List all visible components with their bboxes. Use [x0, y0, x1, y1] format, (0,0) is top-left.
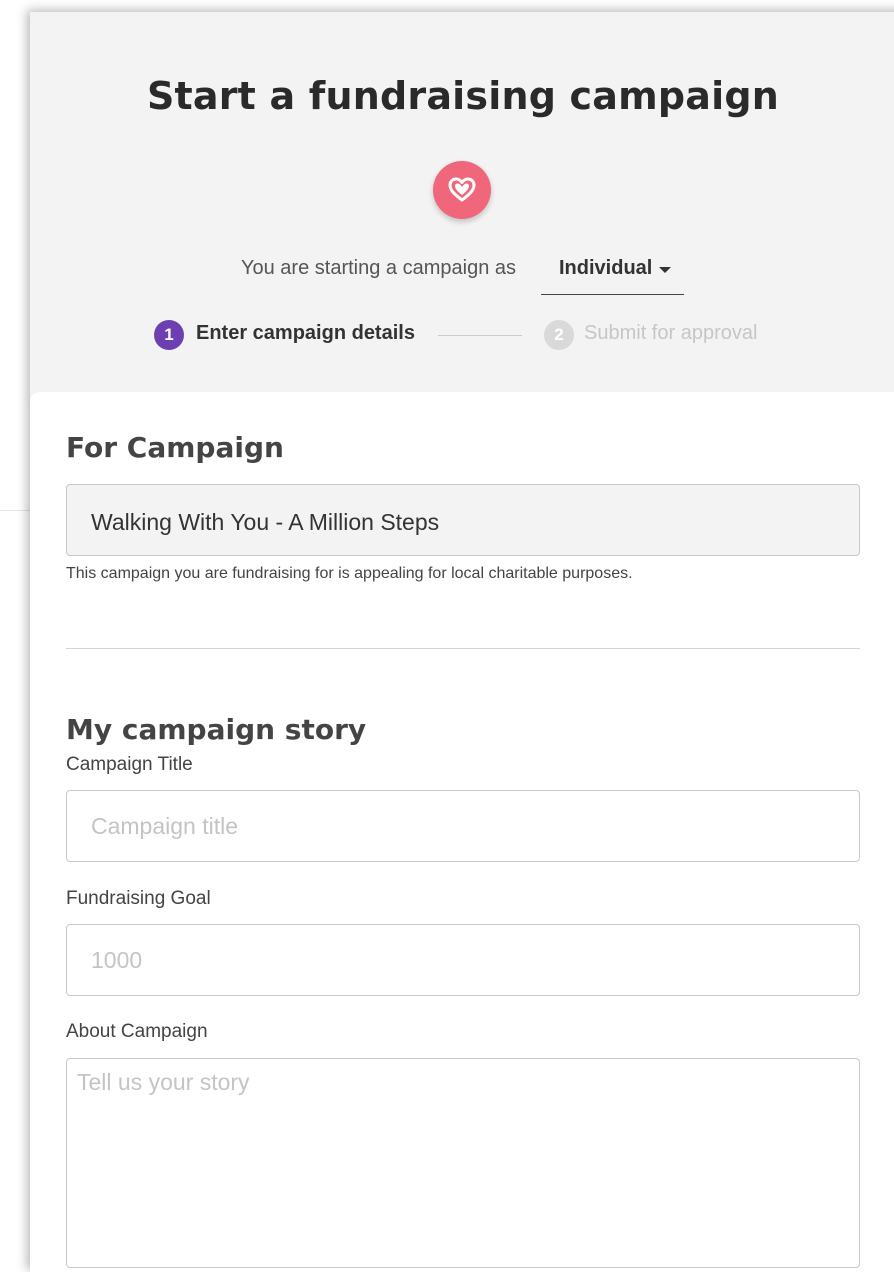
- step-2-label: Submit for approval: [584, 322, 758, 344]
- campaign-title-label: Campaign Title: [66, 754, 193, 775]
- fundraising-goal-input[interactable]: [66, 924, 860, 996]
- for-campaign-helper-text: This campaign you are fundraising for is…: [66, 565, 633, 582]
- campaign-title-input[interactable]: [66, 790, 860, 862]
- role-selected-value: Individual: [559, 257, 653, 279]
- section-divider: [66, 648, 860, 649]
- step-1-label: Enter campaign details: [196, 322, 415, 344]
- caret-down-icon: [659, 267, 671, 273]
- heart-badge: [433, 161, 491, 219]
- role-dropdown[interactable]: Individual: [541, 250, 684, 295]
- page-title: Start a fundraising campaign: [146, 74, 780, 118]
- step-1-indicator: 1: [154, 320, 184, 350]
- for-campaign-heading: For Campaign: [66, 431, 284, 464]
- role-prompt: You are starting a campaign as: [241, 257, 516, 279]
- about-campaign-label: About Campaign: [66, 1021, 208, 1042]
- backdrop-divider: [0, 510, 30, 511]
- for-campaign-field: Walking With You - A Million Steps: [66, 484, 860, 556]
- step-connector: [438, 335, 522, 336]
- for-campaign-value: Walking With You - A Million Steps: [91, 509, 440, 535]
- story-heading: My campaign story: [66, 713, 367, 746]
- heart-icon: [448, 177, 476, 202]
- step-2-indicator: 2: [544, 320, 574, 350]
- fundraising-goal-label: Fundraising Goal: [66, 888, 211, 909]
- about-campaign-textarea[interactable]: [66, 1058, 860, 1268]
